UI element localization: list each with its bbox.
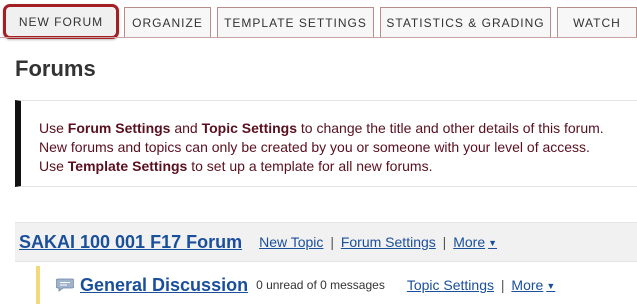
caret-down-icon: ▼ (546, 281, 556, 291)
topic-settings-link[interactable]: Topic Settings (407, 277, 494, 293)
topic-actions: Topic Settings | More ▼ (407, 277, 555, 293)
separator: | (330, 234, 334, 250)
forum-actions: New Topic | Forum Settings | More ▼ (259, 234, 497, 250)
notice-line-1: Use Forum Settings and Topic Settings to… (39, 120, 604, 136)
notice-line-2: New forums and topics can only be create… (39, 139, 590, 155)
toolbar-divider (0, 37, 637, 38)
new-topic-link[interactable]: New Topic (259, 234, 323, 250)
separator: | (500, 277, 505, 293)
tab-watch[interactable]: WATCH (557, 7, 637, 37)
notice-line-3: Use Template Settings to set up a templa… (39, 158, 433, 174)
tab-organize[interactable]: ORGANIZE (124, 7, 211, 37)
tab-statistics-grading[interactable]: STATISTICS & GRADING (380, 7, 551, 37)
forum-header: SAKAI 100 001 F17 Forum New Topic | Foru… (15, 222, 637, 262)
chat-bubble-icon (56, 278, 74, 292)
forum-toolbar: NEW FORUM ORGANIZE TEMPLATE SETTINGS STA… (0, 0, 637, 39)
forum-title-link[interactable]: SAKAI 100 001 F17 Forum (19, 232, 242, 253)
topic-title-link[interactable]: General Discussion (80, 275, 248, 296)
topic-row: General Discussion 0 unread of 0 message… (36, 266, 637, 304)
forum-settings-term: Forum Settings (67, 120, 171, 136)
separator: | (442, 234, 447, 250)
forum-more-menu[interactable]: More ▼ (453, 234, 497, 250)
page-title: Forums (15, 56, 96, 81)
topic-more-menu[interactable]: More ▼ (511, 277, 555, 293)
tab-template-settings[interactable]: TEMPLATE SETTINGS (217, 7, 374, 37)
unread-count: 0 unread of 0 messages (256, 278, 385, 292)
caret-down-icon: ▼ (488, 238, 498, 248)
tab-new-forum[interactable]: NEW FORUM (3, 4, 119, 39)
forum-settings-link[interactable]: Forum Settings (341, 234, 436, 250)
instructions-notice: Use Forum Settings and Topic Settings to… (15, 100, 637, 187)
template-settings-term: Template Settings (67, 158, 188, 174)
topic-settings-term: Topic Settings (201, 120, 298, 136)
